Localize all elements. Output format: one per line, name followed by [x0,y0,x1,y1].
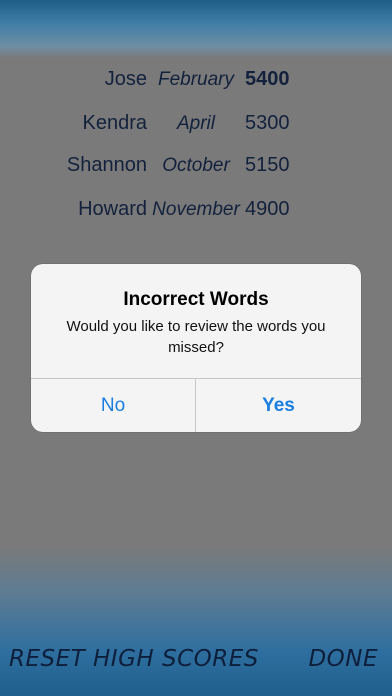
dialog-message: Would you like to review the words you m… [66,318,326,356]
dialog-button-row: No Yes [31,378,361,432]
reset-high-scores-button[interactable]: RESET HIGH SCORES [9,646,259,672]
done-button[interactable]: DONE [308,646,378,672]
no-button[interactable]: No [31,379,196,432]
incorrect-words-dialog: Incorrect Words Would you like to review… [31,264,361,432]
yes-button[interactable]: Yes [196,379,361,432]
dialog-title: Incorrect Words [123,289,269,310]
